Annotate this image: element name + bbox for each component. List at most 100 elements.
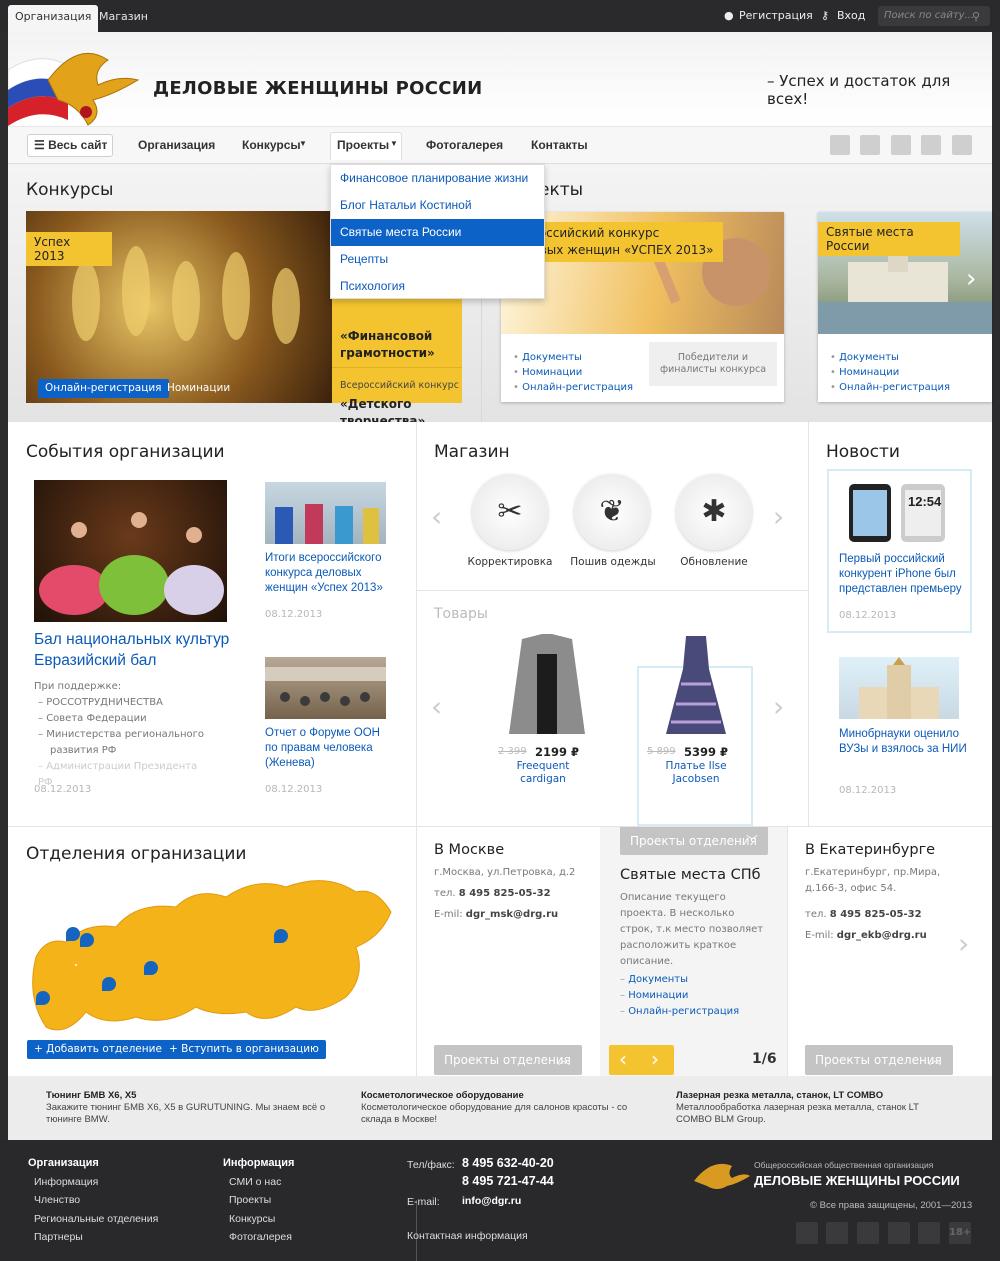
event-thumb[interactable] <box>265 482 386 544</box>
nominations-link[interactable]: – Номинации <box>620 988 739 1004</box>
chevron-right-icon[interactable]: › <box>651 1047 659 1071</box>
footer-link[interactable]: Членство <box>34 1194 80 1206</box>
contacts-link[interactable]: Контактная информация <box>407 1230 528 1242</box>
dropdown-item[interactable]: Блог Натальи Костиной <box>331 192 544 219</box>
footer-link[interactable]: Информация <box>34 1176 98 1188</box>
news-photo[interactable]: 12:54 <box>839 482 959 542</box>
add-branch-button[interactable]: + Добавить отделение <box>27 1040 169 1059</box>
nav-competitions[interactable]: Конкурсы <box>242 138 301 152</box>
event-link[interactable]: Итоги всероссийского конкурса деловых же… <box>265 551 395 596</box>
product-card[interactable]: 2 399 2199 ₽ Freequent cardigan <box>492 634 602 786</box>
event-title[interactable]: Бал национальных культур Евразийский бал <box>34 629 234 671</box>
registration-link[interactable]: – Онлайн-регистрация <box>620 1004 739 1020</box>
chevron-right-icon[interactable]: › <box>773 690 784 723</box>
russia-map[interactable] <box>26 867 398 1042</box>
join-button[interactable]: + Вступить в организацию <box>162 1040 326 1059</box>
documents-link[interactable]: – Документы <box>620 972 739 988</box>
footer-heading[interactable]: Информация <box>223 1157 294 1169</box>
event-link[interactable]: Отчет о Форуме ООН по правам человека (Ж… <box>265 726 395 771</box>
dropdown-item-selected[interactable]: Святые места России <box>331 219 544 246</box>
footer-link[interactable]: СМИ о нас <box>229 1176 281 1188</box>
nav-gallery[interactable]: Фотогалерея <box>426 138 503 152</box>
social-icon[interactable] <box>888 1222 910 1244</box>
footer-link[interactable]: Конкурсы <box>229 1213 275 1225</box>
service-label[interactable]: Обновление <box>664 556 764 568</box>
social-icon[interactable] <box>830 135 850 155</box>
dropdown-item[interactable]: Психология <box>331 273 544 300</box>
event-photo[interactable] <box>34 480 227 622</box>
ad-title[interactable]: Косметологическое оборудование <box>361 1090 524 1101</box>
footer-link[interactable]: Фотогалерея <box>229 1231 292 1243</box>
scissors-icon[interactable]: ✂ <box>472 474 548 550</box>
social-icon[interactable] <box>857 1222 879 1244</box>
branch-email[interactable]: dgr_msk@drg.ru <box>466 909 558 920</box>
social-icon[interactable] <box>826 1222 848 1244</box>
social-icon[interactable] <box>921 135 941 155</box>
tab-organization[interactable]: Организация <box>8 5 99 32</box>
branch-projects-button[interactable]: Проекты отделения ︿ <box>805 1045 953 1075</box>
social-icon[interactable] <box>891 135 911 155</box>
chevron-left-icon[interactable]: ‹ <box>431 690 442 723</box>
social-icon[interactable] <box>860 135 880 155</box>
registration-link[interactable]: Онлайн-регистрация <box>830 380 950 395</box>
winners-link[interactable]: Победители и финалисты конкурса <box>649 342 777 386</box>
news-photo[interactable] <box>839 657 959 719</box>
news-link[interactable]: Первый российский конкурент iPhone был п… <box>839 552 967 597</box>
dropdown-item[interactable]: Рецепты <box>331 246 544 273</box>
all-site-button[interactable]: ☰ Весь сайт <box>27 134 113 157</box>
nominations-link[interactable]: Номинации <box>167 382 230 394</box>
site-title[interactable]: ДЕЛОВЫЕ ЖЕНЩИНЫ РОССИИ <box>153 78 482 99</box>
chevron-right-icon[interactable]: › <box>966 264 976 294</box>
service-label[interactable]: Пошив одежды <box>563 556 663 568</box>
news-link[interactable]: Минобрнауки оценило ВУЗы и взялось за НИ… <box>839 727 967 757</box>
footer-email[interactable]: info@dgr.ru <box>462 1195 521 1207</box>
nominations-link[interactable]: Номинации <box>830 365 950 380</box>
ad-title[interactable]: Лазерная резка металла, станок, LT COMBO <box>676 1090 883 1101</box>
footer-link[interactable]: Партнеры <box>34 1231 83 1243</box>
branch-projects-button[interactable]: Проекты отделения ︿ <box>434 1045 582 1075</box>
nominations-link[interactable]: Номинации <box>513 365 633 380</box>
footer-heading[interactable]: Организация <box>28 1157 99 1169</box>
map-marker-icon[interactable] <box>36 991 50 1005</box>
branch-projects-tab[interactable]: Проекты отделения ﹀ <box>620 827 768 855</box>
asterisk-icon[interactable]: ✱ <box>676 474 752 550</box>
map-marker-icon[interactable] <box>66 927 80 941</box>
online-registration-button[interactable]: Онлайн-регистрация <box>38 379 169 398</box>
social-icon[interactable] <box>952 135 972 155</box>
footer-logo-icon[interactable] <box>692 1156 752 1192</box>
chevron-right-icon[interactable]: › <box>958 927 969 960</box>
map-marker-icon[interactable] <box>102 977 116 991</box>
map-marker-icon[interactable] <box>274 929 288 943</box>
chevron-left-icon[interactable]: ‹ <box>619 1047 627 1071</box>
nav-projects[interactable]: Проекты <box>337 138 389 152</box>
nav-organization[interactable]: Организация <box>138 138 215 152</box>
event-thumb[interactable] <box>265 657 386 719</box>
org-name[interactable]: ДЕЛОВЫЕ ЖЕНЩИНЫ РОССИИ <box>754 1173 960 1188</box>
documents-link[interactable]: Документы <box>830 350 950 365</box>
leaf-icon[interactable]: ❦ <box>574 474 650 550</box>
product-card[interactable]: 5 899 5399 ₽ Платье Ilse Jacobsen <box>641 634 751 786</box>
product-name[interactable]: Платье Ilse Jacobsen <box>663 760 729 786</box>
tab-shop[interactable]: Магазин <box>92 5 155 32</box>
login-link[interactable]: Вход <box>837 9 865 22</box>
dropdown-item[interactable]: Финансовое планирование жизни <box>331 165 544 192</box>
footer-link[interactable]: Региональные отделения <box>34 1213 158 1225</box>
branch-email[interactable]: dgr_ekb@drg.ru <box>837 930 927 941</box>
documents-link[interactable]: Документы <box>513 350 633 365</box>
search-icon[interactable]: ⚲ <box>972 10 980 23</box>
map-marker-icon[interactable] <box>80 933 94 947</box>
side-competition-title[interactable]: «Финансовой грамотности» <box>340 328 450 362</box>
register-link[interactable]: Регистрация <box>739 9 813 22</box>
product-name[interactable]: Freequent cardigan <box>498 760 588 786</box>
ad-title[interactable]: Тюнинг БМВ X6, X5 <box>46 1090 136 1101</box>
chevron-left-icon[interactable]: ‹ <box>431 500 442 533</box>
service-label[interactable]: Корректировка <box>460 556 560 568</box>
footer-link[interactable]: Проекты <box>229 1194 271 1206</box>
chevron-right-icon[interactable]: › <box>773 500 784 533</box>
social-icon[interactable] <box>796 1222 818 1244</box>
registration-link[interactable]: Онлайн-регистрация <box>513 380 633 395</box>
social-icon[interactable] <box>918 1222 940 1244</box>
map-marker-icon[interactable] <box>144 961 158 975</box>
logo-emblem[interactable] <box>8 40 143 126</box>
nav-contacts[interactable]: Контакты <box>531 138 588 152</box>
